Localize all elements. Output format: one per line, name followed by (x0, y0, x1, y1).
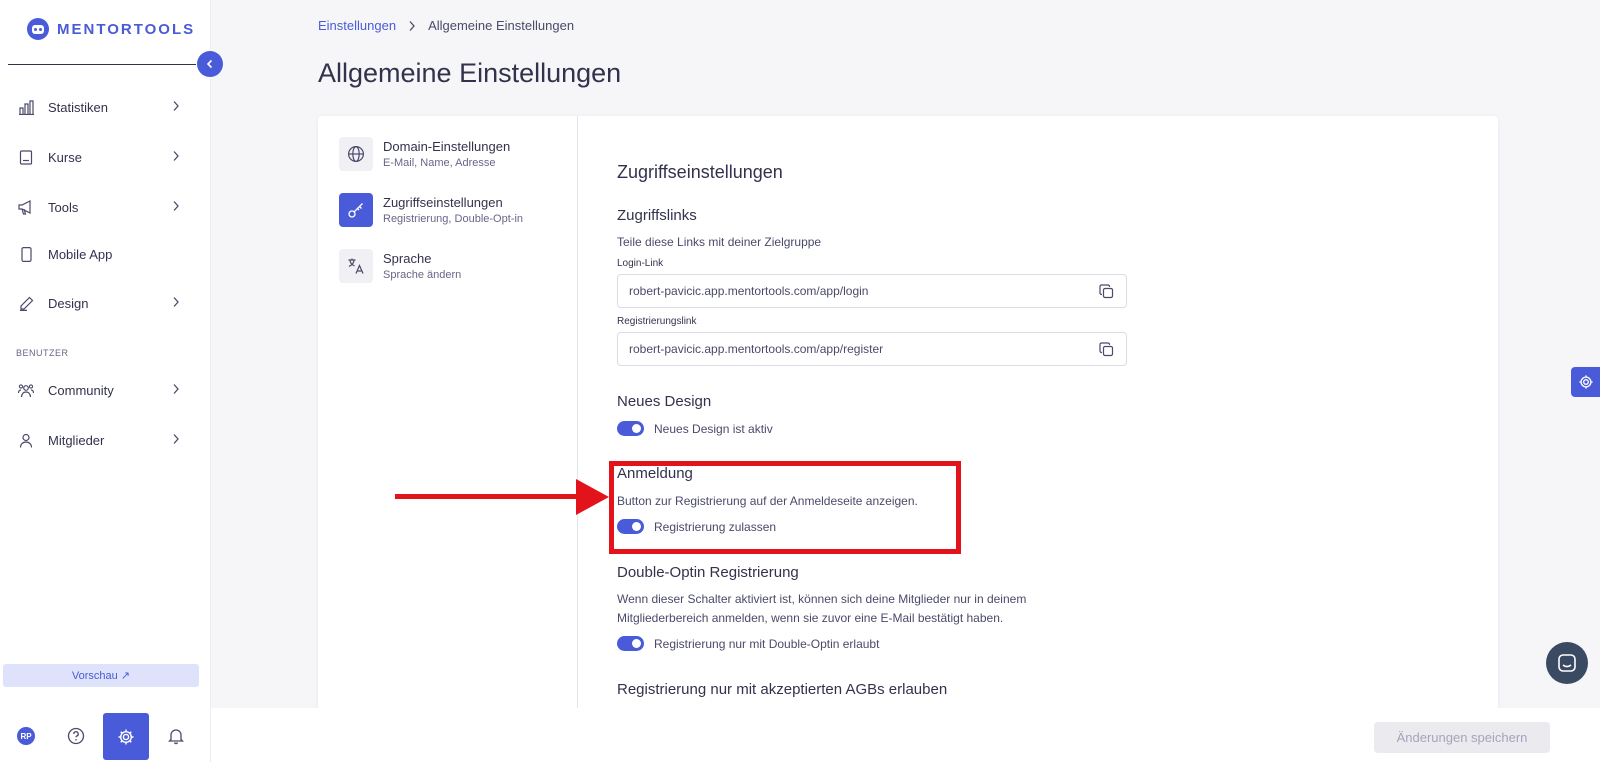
sidebar-item-community[interactable]: Community (0, 370, 200, 410)
sidebar-section-label: BENUTZER (16, 348, 69, 358)
double-optin-title: Double-Optin Registrierung (617, 564, 799, 581)
help-icon[interactable] (67, 727, 85, 745)
sidebar-item-mobile-app[interactable]: Mobile App (0, 234, 200, 274)
login-link-field[interactable]: robert-pavicic.app.mentortools.com/app/l… (617, 274, 1127, 308)
save-changes-button[interactable]: Änderungen speichern (1374, 722, 1550, 753)
gear-icon (118, 729, 134, 744)
sidebar-item-mitglieder[interactable]: Mitglieder (0, 420, 200, 460)
sidebar-item-label: Design (48, 295, 89, 311)
divider (577, 116, 578, 716)
gear-icon (1578, 375, 1593, 389)
settings-nav-language[interactable]: Sprache Sprache ändern (339, 246, 569, 286)
divider (8, 64, 196, 65)
settings-nav-access[interactable]: Zugriffseinstellungen Registrierung, Dou… (339, 190, 569, 230)
settings-nav-subtitle: Sprache ändern (383, 269, 462, 281)
pencil-icon (18, 295, 34, 311)
settings-nav-title: Domain-Einstellungen (383, 139, 511, 154)
robot-logo-icon (27, 18, 49, 40)
chat-button[interactable] (1546, 642, 1588, 684)
chevron-right-icon (173, 297, 179, 307)
sidebar-item-label: Kurse (48, 149, 82, 165)
megaphone-icon (18, 199, 34, 215)
copy-icon[interactable] (1099, 342, 1114, 357)
settings-nav-subtitle: Registrierung, Double-Opt-in (383, 213, 524, 225)
new-design-toggle-row: Neues Design ist aktiv (617, 421, 773, 436)
new-design-toggle[interactable] (617, 421, 644, 436)
double-optin-toggle[interactable] (617, 636, 644, 651)
new-design-toggle-label: Neues Design ist aktiv (654, 421, 773, 436)
register-link-label: Registrierungslink (617, 316, 697, 327)
book-icon (18, 149, 34, 165)
breadcrumb: Einstellungen Allgemeine Einstellungen (318, 18, 574, 33)
access-links-description: Teile diese Links mit deiner Zielgruppe (617, 235, 822, 249)
settings-nav-domain[interactable]: Domain-Einstellungen E-Mail, Name, Adres… (339, 134, 569, 174)
new-design-title: Neues Design (617, 393, 712, 410)
avatar[interactable]: RP (17, 727, 35, 745)
chevron-right-icon (173, 201, 179, 211)
sidebar-item-label: Mobile App (48, 246, 113, 262)
page-title: Allgemeine Einstellungen (318, 58, 622, 88)
settings-nav-subtitle: E-Mail, Name, Adresse (383, 157, 496, 169)
bar-chart-icon (18, 99, 34, 115)
access-links-title: Zugriffslinks (617, 207, 697, 224)
login-link-value: robert-pavicic.app.mentortools.com/app/l… (629, 284, 869, 298)
chevron-right-icon (173, 151, 179, 161)
collapse-sidebar-button[interactable] (197, 51, 223, 77)
double-optin-toggle-label: Registrierung nur mit Double-Optin erlau… (654, 636, 880, 651)
brand-logo[interactable]: MENTORTOOLS (25, 16, 195, 42)
agb-title: Registrierung nur mit akzeptierten AGBs … (617, 681, 948, 698)
floating-settings-button[interactable] (1571, 367, 1600, 397)
settings-button[interactable] (103, 713, 149, 760)
chevron-right-icon (173, 101, 179, 111)
globe-icon (339, 137, 373, 171)
copy-icon[interactable] (1099, 284, 1114, 299)
double-optin-description-line2: Mitgliederbereich anmelden, wenn sie zuv… (617, 611, 1004, 625)
sidebar-item-design[interactable]: Design (0, 283, 200, 323)
preview-button[interactable]: Vorschau ↗ (3, 664, 199, 687)
double-optin-toggle-row: Registrierung nur mit Double-Optin erlau… (617, 636, 879, 651)
person-icon (18, 432, 34, 448)
sidebar-item-statistiken[interactable]: Statistiken (0, 87, 200, 127)
annotation-arrow-shaft (395, 494, 587, 499)
sidebar-item-kurse[interactable]: Kurse (0, 137, 200, 177)
login-link-label: Login-Link (617, 258, 664, 269)
settings-nav-title: Sprache (383, 251, 432, 266)
chevron-left-icon (206, 59, 213, 69)
sidebar-item-tools[interactable]: Tools (0, 187, 200, 227)
breadcrumb-link-einstellungen[interactable]: Einstellungen (318, 18, 396, 33)
highlight-box (609, 461, 961, 554)
register-link-field[interactable]: robert-pavicic.app.mentortools.com/app/r… (617, 332, 1127, 366)
section-title: Zugriffseinstellungen (617, 162, 783, 182)
breadcrumb-current: Allgemeine Einstellungen (428, 18, 575, 33)
annotation-arrow-head (576, 479, 609, 515)
brand-name: MENTORTOOLS (57, 20, 196, 38)
sidebar-item-label: Community (48, 382, 114, 398)
phone-icon (18, 246, 34, 262)
settings-nav-title: Zugriffseinstellungen (383, 195, 503, 210)
translate-icon (339, 249, 373, 283)
register-link-value: robert-pavicic.app.mentortools.com/app/r… (629, 342, 884, 356)
people-icon (18, 382, 34, 398)
sidebar-item-label: Tools (48, 199, 79, 215)
key-icon (339, 193, 373, 227)
chat-icon (1558, 654, 1576, 672)
bell-icon[interactable] (168, 727, 184, 745)
double-optin-description-line1: Wenn dieser Schalter aktiviert ist, könn… (617, 592, 1027, 606)
sidebar-item-label: Mitglieder (48, 432, 105, 448)
chevron-right-icon (409, 20, 415, 31)
chevron-right-icon (173, 384, 179, 394)
sidebar-item-label: Statistiken (48, 99, 108, 115)
chevron-right-icon (173, 434, 179, 444)
